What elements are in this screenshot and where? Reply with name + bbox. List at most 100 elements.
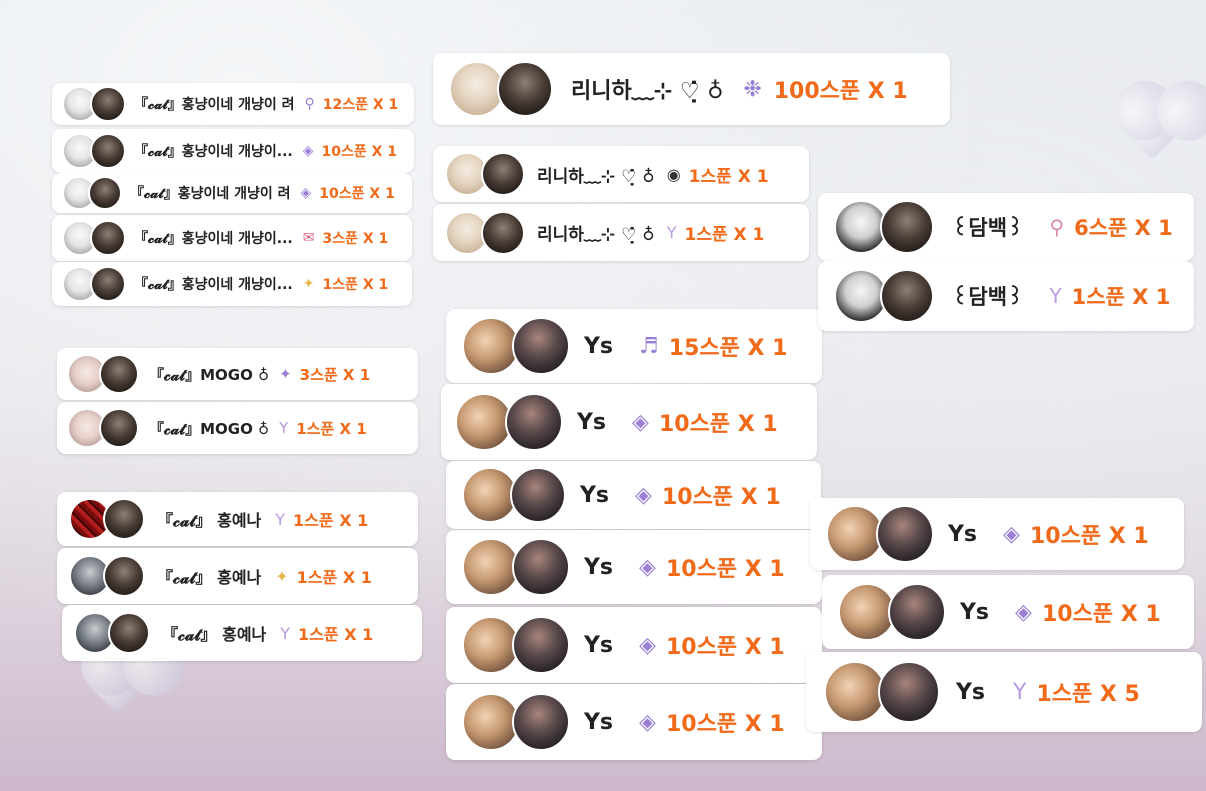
gem-icon: ◈: [632, 409, 649, 435]
gift-card: 『𝓬𝓪𝓽』 홍예나 Y 1스푼 X 1: [62, 605, 422, 661]
avatar-pair: [69, 498, 145, 540]
sparkle-star-icon: ✦: [302, 276, 315, 292]
avatar-pair: [62, 176, 122, 210]
gift-amount: 1스푼 X 1: [296, 419, 367, 438]
avatar-pair: [462, 693, 570, 751]
avatar: [90, 266, 126, 302]
gift-amount: 1스푼 X 5: [1036, 682, 1140, 707]
sender-name: 『𝓬𝓪𝓽』홍냥이네 개냥이...: [134, 277, 293, 293]
avatar-pair: [834, 200, 934, 254]
cocktail-icon: Y: [275, 509, 286, 529]
avatar: [512, 693, 570, 751]
lollipop-icon: ⚲: [304, 96, 315, 112]
sender-name: 『𝓬𝓪𝓽』 홍예나: [157, 511, 262, 530]
gift-amount: 100스푼 X 1: [773, 79, 908, 104]
avatar-pair: [462, 538, 570, 596]
avatar: [888, 583, 946, 641]
gift-card: 『𝓬𝓪𝓽』 홍예나 ✦ 1스푼 X 1: [57, 548, 418, 604]
gift-card: 리니하﹏⊹ ♡̣̇̇ ♁ Y 1스푼 X 1: [433, 204, 809, 261]
sender-name: 『𝓬𝓪𝓽』 홍예나: [162, 625, 267, 644]
sender-name: 리니하﹏⊹ ♡̣̇̇ ♁: [537, 166, 655, 187]
sender-name: 『𝓬𝓪𝓽』MOGO ♁: [149, 419, 270, 438]
avatar: [497, 61, 553, 117]
avatar-pair: [62, 133, 126, 169]
avatar: [481, 210, 525, 255]
gift-card: Ys ◈ 10스푼 X 1: [822, 575, 1194, 649]
avatar: [512, 317, 570, 375]
avatar-pair: [838, 583, 946, 641]
avatar-pair: [67, 408, 139, 448]
gem-icon: ◈: [635, 482, 652, 508]
gift-amount: 10스푼 X 1: [665, 712, 785, 737]
avatar-pair: [462, 616, 570, 674]
gem-cluster-icon: ❉: [743, 76, 762, 102]
gift-amount: 1스푼 X 1: [298, 625, 374, 644]
gift-card: 『𝓬𝓪𝓽』 홍예나 Y 1스푼 X 1: [57, 492, 418, 546]
gift-amount: 10스푼 X 1: [665, 635, 785, 660]
cocktail-icon: Y: [1013, 679, 1027, 705]
avatar: [103, 555, 145, 597]
avatar: [512, 616, 570, 674]
sender-name: ꒰담백꒱: [952, 285, 1024, 309]
gift-amount: 1스푼 X 1: [684, 225, 765, 245]
cocktail-icon: Y: [666, 223, 677, 242]
sender-name: 『𝓬𝓪𝓽』홍냥이네 개냥이 려: [134, 97, 295, 113]
avatar-pair: [826, 505, 934, 563]
gift-amount: 10스푼 X 1: [665, 557, 785, 582]
sender-name: Ys: [956, 679, 986, 705]
gift-card: Ys ◈ 10스푼 X 1: [810, 498, 1184, 570]
gift-amount: 1스푼 X 1: [322, 277, 389, 293]
avatar-pair: [462, 317, 570, 375]
avatar: [481, 152, 525, 196]
gift-amount: 1스푼 X 1: [1071, 285, 1171, 309]
gem-icon: ◈: [1003, 521, 1020, 547]
avatar: [880, 200, 934, 254]
sender-name: Ys: [584, 554, 614, 580]
sender-name: 리니하﹏⊹ ♡̣̇̇ ♁: [537, 225, 655, 245]
gem-icon: ◈: [639, 709, 656, 735]
lollipop-icon: ⚲: [1049, 215, 1065, 239]
gift-amount: 10스푼 X 1: [658, 412, 778, 437]
sparkle-star-icon: ✦: [275, 566, 289, 586]
avatar-pair: [62, 266, 126, 302]
gem-icon: ◈: [639, 632, 656, 658]
sender-name: Ys: [948, 521, 978, 547]
heart-decoration-icon: [90, 660, 144, 714]
avatar: [505, 393, 563, 451]
gift-card: ꒰담백꒱ Y 1스푼 X 1: [818, 261, 1194, 331]
sender-name: Ys: [580, 482, 610, 508]
gift-card: 리니하﹏⊹ ♡̣̇̇ ♁ ❉ 100스푼 X 1: [433, 53, 950, 125]
avatar: [90, 86, 126, 122]
gift-card: Ys ◈ 10스푼 X 1: [446, 530, 822, 604]
avatar: [99, 354, 139, 394]
avatar: [880, 269, 934, 323]
gift-card: Ys ◈ 10스푼 X 1: [441, 384, 817, 460]
gift-amount: 3스푼 X 1: [299, 365, 371, 384]
avatar-pair: [824, 661, 940, 723]
gift-card: 『𝓬𝓪𝓽』홍냥이네 개냥이 려 ⚲ 12스푼 X 1: [52, 83, 414, 125]
sender-name: 『𝓬𝓪𝓽』홍냥이네 개냥이...: [134, 231, 293, 247]
avatar: [512, 538, 570, 596]
avatar-pair: [449, 61, 553, 117]
gift-card: Ys ◈ 10스푼 X 1: [446, 461, 821, 529]
avatar-pair: [834, 269, 934, 323]
gift-card: 『𝓬𝓪𝓽』홍냥이네 개냥이... ✦ 1스푼 X 1: [52, 262, 412, 306]
avatar: [878, 661, 940, 723]
avatar: [103, 498, 145, 540]
gift-card: 『𝓬𝓪𝓽』홍냥이네 개냥이 려 ◈ 10스푼 X 1: [52, 173, 412, 213]
gift-card: ꒰담백꒱ ⚲ 6스푼 X 1: [818, 193, 1194, 261]
sender-name: 『𝓬𝓪𝓽』MOGO ♁: [149, 365, 270, 384]
sender-name: 『𝓬𝓪𝓽』 홍예나: [157, 568, 262, 587]
gift-amount: 12스푼 X 1: [322, 97, 399, 113]
avatar-pair: [462, 467, 566, 523]
sender-name: Ys: [584, 333, 614, 359]
avatar: [876, 505, 934, 563]
gift-amount: 1스푼 X 1: [688, 166, 769, 187]
gift-amount: 10스푼 X 1: [1041, 602, 1161, 627]
gift-card: 『𝓬𝓪𝓽』홍냥이네 개냥이... ◈ 10스푼 X 1: [52, 129, 414, 173]
cocktail-icon: Y: [1049, 284, 1062, 308]
avatar: [108, 612, 150, 654]
sender-name: 『𝓬𝓪𝓽』홍냥이네 개냥이...: [134, 144, 293, 160]
sender-name: Ys: [960, 599, 990, 625]
gem-icon: ◈: [639, 554, 656, 580]
